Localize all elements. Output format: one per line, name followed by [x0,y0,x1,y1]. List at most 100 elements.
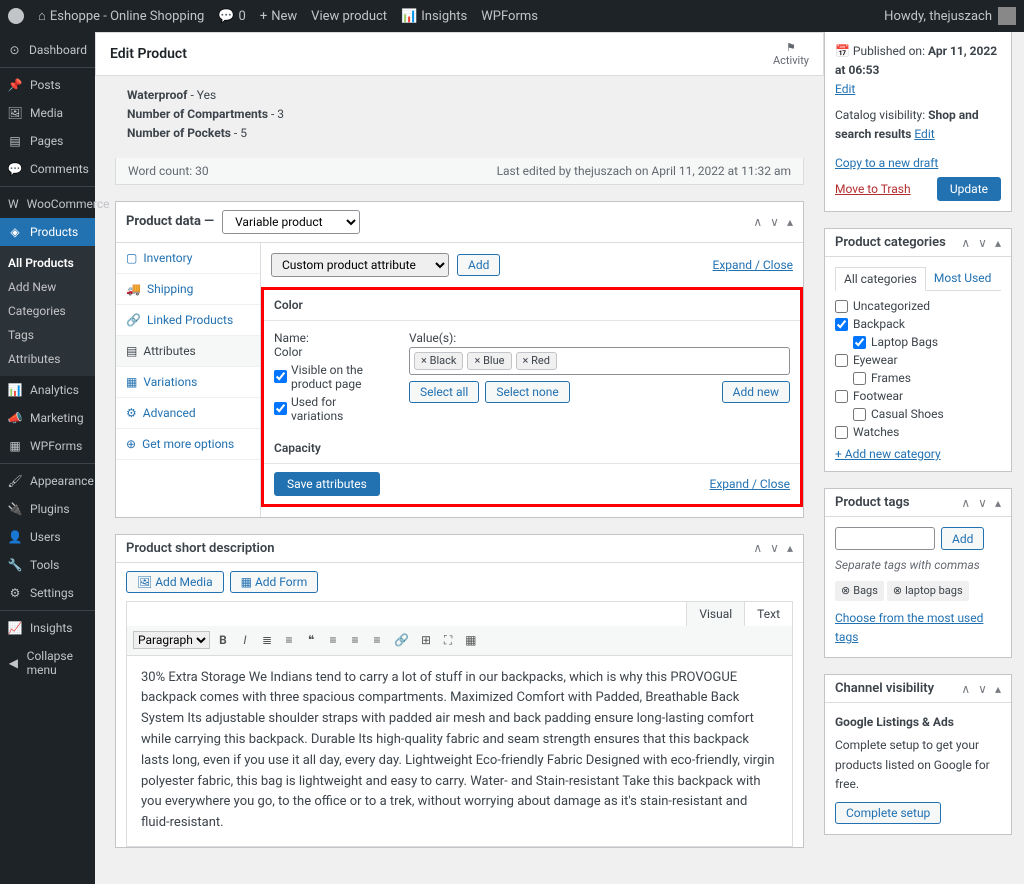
drag-icon[interactable]: ▴ [787,215,793,229]
cat-laptop-bags[interactable]: Laptop Bags [835,333,1001,351]
tab-linked[interactable]: 🔗Linked Products [116,305,260,336]
cat-backpack[interactable]: Backpack [835,315,1001,333]
tab-advanced[interactable]: ⚙Advanced [116,398,260,429]
collapse-menu[interactable]: ◀Collapse menu [0,642,95,684]
tab-attributes[interactable]: ▤Attributes [116,336,260,367]
copy-draft-link[interactable]: Copy to a new draft [835,156,938,170]
edit-published-link[interactable]: Edit [835,82,855,96]
align-right-icon[interactable]: ≡ [368,630,386,650]
sidebar-item-media[interactable]: 🖼Media [0,99,95,127]
numbered-list-icon[interactable]: ≡ [280,630,298,650]
tag-laptop-bags[interactable]: ⊗ laptop bags [887,581,969,601]
insert-icon[interactable]: ⊞ [417,630,435,650]
chevron-up-icon[interactable]: ∧ [753,541,762,555]
activity-button[interactable]: ⚑Activity [773,41,809,67]
greeting[interactable]: Howdy, thejuszach [884,9,992,24]
format-select[interactable]: Paragraph [133,631,210,649]
insights-link[interactable]: 📊 Insights [401,9,467,24]
italic-icon[interactable]: I [236,630,254,650]
attribute-values-input[interactable]: × Black × Blue × Red [409,347,790,375]
sidebar-item-wpforms[interactable]: ▦WPForms [0,432,95,460]
sidebar-item-posts[interactable]: 📌Posts [0,71,95,99]
visible-checkbox[interactable]: Visible on the product page [274,363,389,391]
submenu-all-products[interactable]: All Products [0,251,95,275]
quote-icon[interactable]: ❝ [302,630,320,650]
sidebar-item-plugins[interactable]: 🔌Plugins [0,495,95,523]
select-none-button[interactable]: Select none [485,381,569,403]
add-attribute-button[interactable]: Add [457,254,500,276]
chevron-up-icon[interactable]: ∧ [753,215,762,229]
tab-inventory[interactable]: ▢Inventory [116,243,260,274]
expand-close-link[interactable]: Expand / Close [713,258,793,272]
color-attribute-header[interactable]: Color [264,290,800,321]
sidebar-item-settings[interactable]: ⚙Settings [0,579,95,607]
toolbar-toggle-icon[interactable]: ▦ [461,630,480,650]
add-media-button[interactable]: 🖼 Add Media [126,571,224,593]
edit-visibility-link[interactable]: Edit [914,127,934,141]
add-form-button[interactable]: ▦ Add Form [230,571,319,593]
sidebar-item-users[interactable]: 👤Users [0,523,95,551]
sidebar-item-pages[interactable]: ▤Pages [0,127,95,155]
sidebar-item-products[interactable]: ◈Products [0,218,95,246]
comments-link[interactable]: 💬 0 [218,9,246,24]
wpforms-link[interactable]: WPForms [481,9,538,24]
chevron-down-icon[interactable]: ∨ [770,541,779,555]
sidebar-item-marketing[interactable]: 📣Marketing [0,404,95,432]
tag-red[interactable]: × Red [516,352,557,370]
align-left-icon[interactable]: ≡ [324,630,342,650]
most-used-tab[interactable]: Most Used [926,267,1000,290]
tab-variations[interactable]: ▦Variations [116,367,260,398]
tab-shipping[interactable]: 🚚Shipping [116,274,260,305]
link-icon[interactable]: 🔗 [390,630,413,650]
text-tab[interactable]: Text [744,602,792,626]
sidebar-item-insights[interactable]: 📈Insights [0,614,95,642]
move-trash-link[interactable]: Move to Trash [835,180,911,199]
avatar[interactable] [998,7,1016,25]
cat-uncategorized[interactable]: Uncategorized [835,297,1001,315]
sidebar-item-tools[interactable]: 🔧Tools [0,551,95,579]
wp-logo-icon[interactable] [8,8,24,24]
select-all-button[interactable]: Select all [409,381,479,403]
sidebar-item-comments[interactable]: 💬Comments [0,155,95,183]
bold-icon[interactable]: B [214,630,232,650]
expand-close-link-bottom[interactable]: Expand / Close [710,477,790,491]
cat-frames[interactable]: Frames [835,369,1001,387]
update-button[interactable]: Update [937,177,1001,201]
all-categories-tab[interactable]: All categories [835,267,926,291]
sidebar-item-woocommerce[interactable]: WWooCommerce [0,190,95,218]
visual-tab[interactable]: Visual [686,602,744,626]
complete-setup-button[interactable]: Complete setup [835,802,941,824]
used-variations-checkbox[interactable]: Used for variations [274,395,389,423]
site-name[interactable]: ⌂ Eshoppe - Online Shopping [38,8,204,24]
capacity-attribute-header[interactable]: Capacity [264,433,800,464]
product-type-select[interactable]: Variable product [222,210,360,234]
add-new-value-button[interactable]: Add new [722,381,790,403]
drag-icon[interactable]: ▴ [787,541,793,555]
tag-input[interactable] [835,527,935,550]
bullet-list-icon[interactable]: ≣ [258,630,276,650]
align-center-icon[interactable]: ≡ [346,630,364,650]
attribute-type-select[interactable]: Custom product attribute [271,253,449,277]
submenu-attributes[interactable]: Attributes [0,347,95,371]
fullscreen-icon[interactable]: ⛶ [439,630,457,651]
choose-used-tags-link[interactable]: Choose from the most used tags [835,611,983,644]
new-link[interactable]: + New [260,9,297,24]
cat-casual-shoes[interactable]: Casual Shoes [835,405,1001,423]
editor-body[interactable]: 30% Extra Storage We Indians tend to car… [126,656,793,847]
sidebar-item-dashboard[interactable]: ⊙Dashboard [0,36,95,64]
chevron-down-icon[interactable]: ∨ [770,215,779,229]
submenu-tags[interactable]: Tags [0,323,95,347]
save-attributes-button[interactable]: Save attributes [274,472,380,496]
tab-more-options[interactable]: ⊕Get more options [116,429,260,460]
sidebar-item-analytics[interactable]: 📊Analytics [0,376,95,404]
cat-footwear[interactable]: Footwear [835,387,1001,405]
cat-watches[interactable]: Watches [835,423,1001,441]
add-new-category-link[interactable]: + Add new category [835,447,941,461]
add-tag-button[interactable]: Add [941,527,984,550]
submenu-add-new[interactable]: Add New [0,275,95,299]
tag-bags[interactable]: ⊗ Bags [835,581,884,601]
sidebar-item-appearance[interactable]: 🖌Appearance [0,467,95,495]
tag-blue[interactable]: × Blue [467,352,511,370]
submenu-categories[interactable]: Categories [0,299,95,323]
cat-eyewear[interactable]: Eyewear [835,351,1001,369]
